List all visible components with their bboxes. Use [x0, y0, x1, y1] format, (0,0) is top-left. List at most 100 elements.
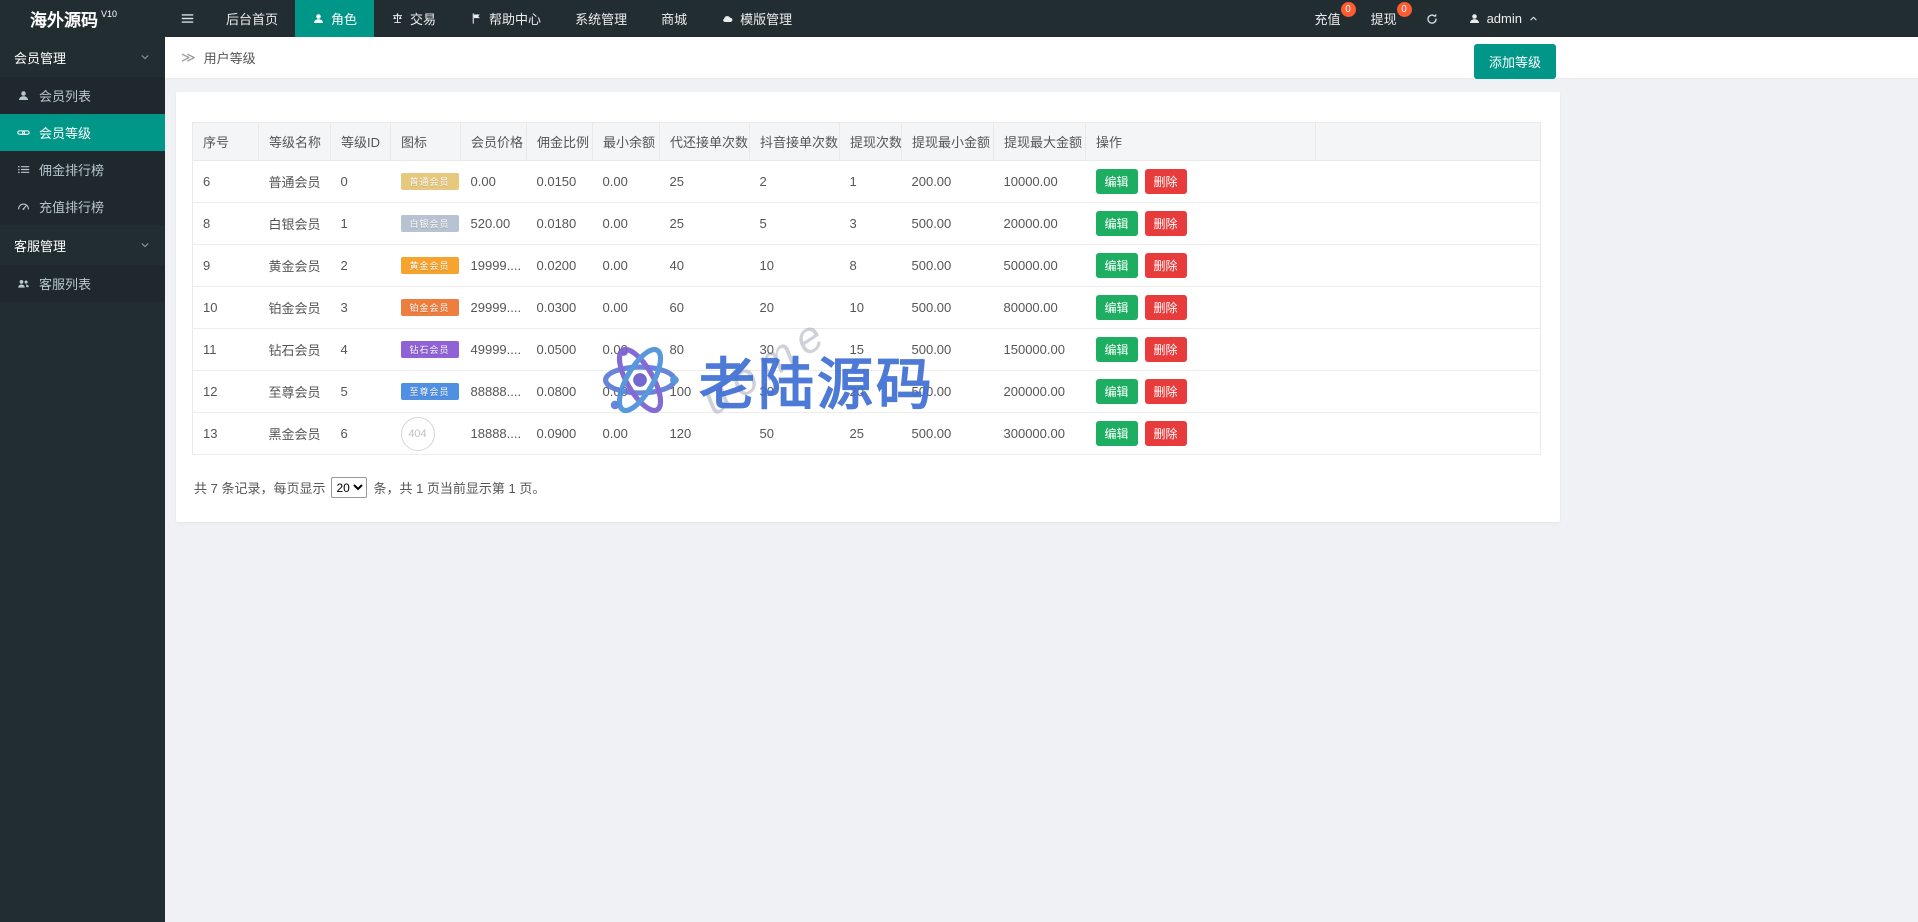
topnav-item-label: 帮助中心	[489, 9, 541, 28]
cell-filler	[1316, 161, 1541, 203]
sidebar: 会员管理会员列表会员等级佣金排行榜充值排行榜客服管理客服列表	[0, 37, 165, 922]
user-menu[interactable]: admin	[1452, 0, 1555, 37]
cell-filler	[1316, 203, 1541, 245]
delete-button[interactable]: 删除	[1145, 295, 1187, 320]
cell-level-id: 2	[331, 245, 391, 287]
pagination-prefix: 共 7 条记录，每页显示	[194, 478, 325, 497]
edit-button[interactable]: 编辑	[1096, 379, 1138, 404]
column-header-filler	[1316, 123, 1541, 161]
pagination-suffix: 条，共 1 页当前显示第 1 页。	[373, 478, 545, 497]
column-header: 图标	[391, 123, 461, 161]
topnav-item[interactable]: 后台首页	[209, 0, 295, 37]
cell-douyin-orders: 50	[750, 413, 840, 455]
delete-button[interactable]: 删除	[1145, 253, 1187, 278]
people-icon	[17, 277, 30, 290]
cell-withdraw-min: 200.00	[902, 161, 994, 203]
sidebar-group-label: 客服管理	[14, 236, 66, 255]
cell-level-id: 3	[331, 287, 391, 329]
delete-button[interactable]: 删除	[1145, 211, 1187, 236]
cell-min-balance: 0.00	[593, 161, 660, 203]
cell-withdraw-min: 500.00	[902, 287, 994, 329]
topnav-item[interactable]: 交易	[374, 0, 453, 37]
cell-actions: 编辑删除	[1086, 371, 1316, 413]
sidebar-item[interactable]: 会员等级	[0, 114, 165, 151]
delete-button[interactable]: 删除	[1145, 379, 1187, 404]
sidebar-group-header[interactable]: 会员管理	[0, 37, 165, 77]
cell-min-balance: 0.00	[593, 329, 660, 371]
delete-button[interactable]: 删除	[1145, 337, 1187, 362]
sidebar-item[interactable]: 客服列表	[0, 265, 165, 302]
cell-price: 88888....	[461, 371, 527, 413]
cell-icon: 白银会员	[391, 203, 461, 245]
page-size-select[interactable]: 20	[331, 477, 367, 498]
cell-level-id: 1	[331, 203, 391, 245]
cell-price: 19999....	[461, 245, 527, 287]
link-icon	[17, 126, 30, 139]
cell-douyin-orders: 20	[750, 287, 840, 329]
edit-button[interactable]: 编辑	[1096, 253, 1138, 278]
delete-button[interactable]: 删除	[1145, 421, 1187, 446]
cell-commission-ratio: 0.0150	[527, 161, 593, 203]
cell-seq: 11	[193, 329, 259, 371]
cell-min-balance: 0.00	[593, 371, 660, 413]
edit-button[interactable]: 编辑	[1096, 211, 1138, 236]
grid-header-row: 序号等级名称等级ID图标会员价格佣金比例最小余额代还接单次数抖音接单次数提现次数…	[193, 123, 1541, 161]
cell-commission-ratio: 0.0900	[527, 413, 593, 455]
cell-name: 至尊会员	[259, 371, 331, 413]
add-level-button[interactable]: 添加等级	[1474, 44, 1556, 79]
withdraw-nav-item[interactable]: 提现 0	[1356, 0, 1412, 37]
cell-actions: 编辑删除	[1086, 203, 1316, 245]
cell-douyin-orders: 30	[750, 371, 840, 413]
level-badge-image: 钻石会员	[401, 341, 459, 358]
cell-price: 29999....	[461, 287, 527, 329]
breadcrumb-icon: ≫	[181, 49, 196, 66]
delete-button[interactable]: 删除	[1145, 169, 1187, 194]
level-badge-image: 黄金会员	[401, 257, 459, 274]
scale-icon	[391, 12, 404, 25]
column-header: 提现最大金额	[994, 123, 1086, 161]
table-row: 12至尊会员5至尊会员88888....0.08000.001003020500…	[193, 371, 1541, 413]
cell-commission-ratio: 0.0800	[527, 371, 593, 413]
topnav-item[interactable]: 商城	[644, 0, 704, 37]
cell-seq: 13	[193, 413, 259, 455]
cell-withdraw-min: 500.00	[902, 329, 994, 371]
topnav-item[interactable]: 模版管理	[704, 0, 809, 37]
cell-min-balance: 0.00	[593, 413, 660, 455]
column-header: 提现最小金额	[902, 123, 994, 161]
cell-withdraw-times: 10	[840, 287, 902, 329]
person-icon	[17, 89, 30, 102]
topnav-items: 后台首页 角色交易 帮助中心系统管理商城模版管理	[209, 0, 809, 37]
cell-filler	[1316, 371, 1541, 413]
refresh-button[interactable]	[1412, 0, 1452, 37]
cell-min-balance: 0.00	[593, 287, 660, 329]
edit-button[interactable]: 编辑	[1096, 169, 1138, 194]
sidebar-item[interactable]: 会员列表	[0, 77, 165, 114]
sidebar-nav: 会员管理会员列表会员等级佣金排行榜充值排行榜客服管理客服列表	[0, 37, 165, 302]
sidebar-item-label: 客服列表	[39, 274, 91, 293]
cell-icon: 黄金会员	[391, 245, 461, 287]
cell-level-id: 5	[331, 371, 391, 413]
cell-withdraw-max: 150000.00	[994, 329, 1086, 371]
topnav-item-label: 角色	[331, 9, 357, 28]
sidebar-toggle-button[interactable]	[165, 0, 209, 37]
sidebar-group-header[interactable]: 客服管理	[0, 225, 165, 265]
cell-name: 钻石会员	[259, 329, 331, 371]
cell-min-balance: 0.00	[593, 245, 660, 287]
edit-button[interactable]: 编辑	[1096, 295, 1138, 320]
edit-button[interactable]: 编辑	[1096, 337, 1138, 362]
cell-repay-orders: 80	[660, 329, 750, 371]
cell-commission-ratio: 0.0500	[527, 329, 593, 371]
topnav-item[interactable]: 系统管理	[558, 0, 644, 37]
cell-min-balance: 0.00	[593, 203, 660, 245]
topnav-item[interactable]: 帮助中心	[453, 0, 558, 37]
cell-commission-ratio: 0.0180	[527, 203, 593, 245]
cell-douyin-orders: 10	[750, 245, 840, 287]
sidebar-item[interactable]: 充值排行榜	[0, 188, 165, 225]
recharge-nav-item[interactable]: 充值 0	[1300, 0, 1356, 37]
sidebar-item[interactable]: 佣金排行榜	[0, 151, 165, 188]
cell-icon: 至尊会员	[391, 371, 461, 413]
cell-icon: 钻石会员	[391, 329, 461, 371]
cloud-icon	[721, 12, 734, 25]
topnav-item[interactable]: 角色	[295, 0, 374, 37]
edit-button[interactable]: 编辑	[1096, 421, 1138, 446]
